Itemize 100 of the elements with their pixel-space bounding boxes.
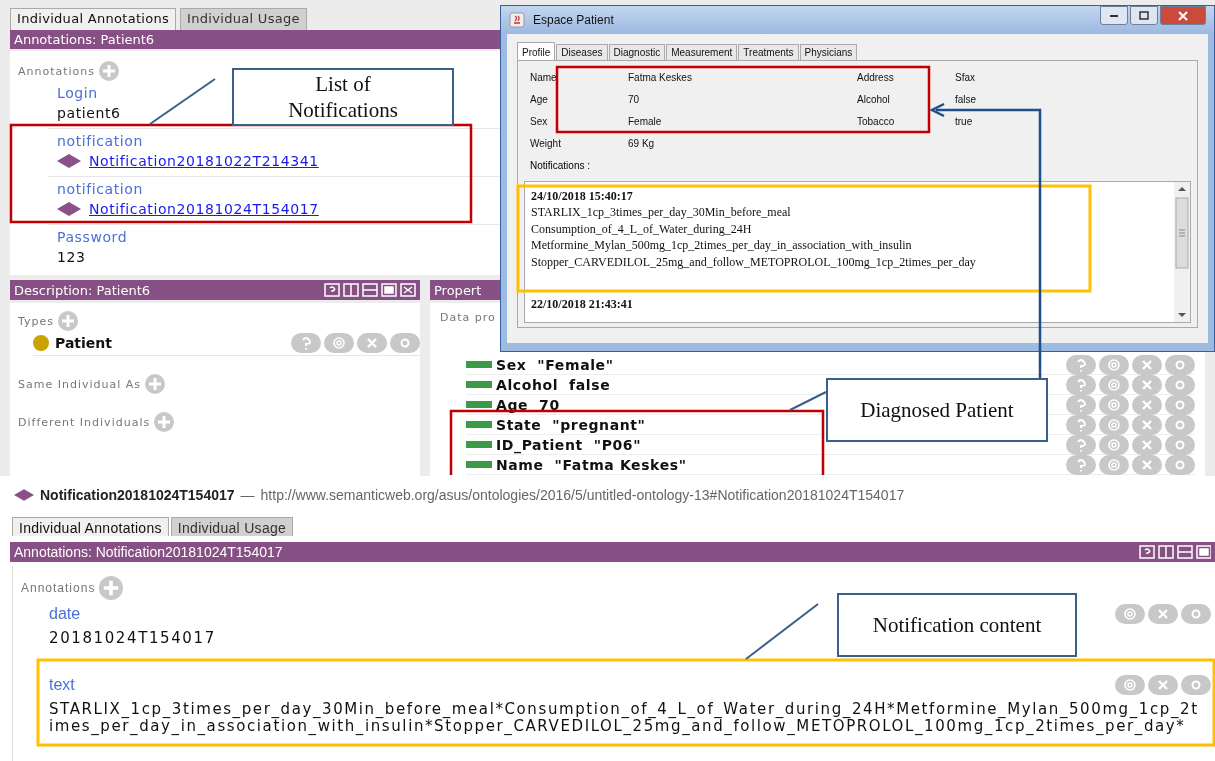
close-icon — [1178, 10, 1188, 21]
annotation-property[interactable]: notification — [57, 180, 143, 199]
add-icon[interactable] — [99, 576, 124, 600]
annotate-icon[interactable] — [1115, 604, 1145, 624]
annotate-icon[interactable] — [1099, 434, 1129, 455]
section-label: Same Individual As — [18, 377, 142, 391]
field-label: Age — [530, 93, 548, 107]
field-value: false — [955, 93, 977, 107]
delete-icon[interactable] — [1148, 604, 1178, 624]
help-icon[interactable] — [1066, 374, 1096, 395]
property-assertion[interactable]: Sex "Female" — [496, 356, 614, 373]
add-icon[interactable] — [99, 61, 120, 81]
delete-icon[interactable] — [1132, 434, 1162, 455]
annotate-icon[interactable] — [1099, 374, 1129, 395]
delete-icon[interactable] — [1132, 354, 1162, 375]
scrollbar-drawing[interactable] — [1174, 182, 1190, 322]
individual-link[interactable]: Notification20181024T154017 — [89, 199, 319, 219]
add-icon[interactable] — [58, 311, 78, 331]
tab[interactable]: Diagnostic — [608, 44, 666, 60]
help-icon[interactable] — [1066, 434, 1096, 455]
tab[interactable]: Physicians — [799, 44, 858, 60]
annotate-icon[interactable] — [1099, 414, 1129, 435]
edit-icon[interactable] — [1165, 354, 1195, 375]
help-icon[interactable] — [1066, 394, 1096, 415]
notification-date: 24/10/2018 15:40:17 — [531, 188, 634, 204]
individual-link[interactable]: Notification20181022T214341 — [89, 151, 319, 171]
annotation-property[interactable]: Password — [57, 228, 128, 247]
annotate-icon[interactable] — [1099, 454, 1129, 475]
panel-tab[interactable]: Individual Annotations — [12, 517, 169, 536]
field-label: Name — [530, 71, 557, 85]
annotation-property[interactable]: date — [49, 605, 81, 623]
minimize-icon — [1110, 14, 1118, 17]
annotate-icon[interactable] — [1115, 675, 1145, 695]
panel-header: Description: Patient6 — [14, 282, 151, 298]
field-value: Sfax — [955, 71, 975, 85]
data-property-icon — [466, 361, 492, 368]
annotation-value: patient6 — [57, 104, 121, 123]
entity-name: Notification20181024T154017 — [40, 487, 235, 503]
delete-icon[interactable] — [1132, 394, 1162, 415]
help-icon[interactable] — [1066, 414, 1096, 435]
annotation-property[interactable]: Login — [57, 84, 98, 103]
panel-tab[interactable]: Individual Usage — [180, 8, 307, 30]
callout-box: Diagnosed Patient — [826, 378, 1048, 442]
callout-box: Notification content — [837, 593, 1077, 657]
help-icon[interactable] — [1066, 454, 1096, 475]
type-name[interactable]: Patient — [55, 335, 112, 351]
field-value: true — [955, 115, 973, 129]
maximize-icon — [1139, 10, 1149, 21]
help-icon[interactable] — [1066, 354, 1096, 375]
delete-icon[interactable] — [1132, 454, 1162, 475]
edit-icon[interactable] — [390, 333, 420, 353]
tab[interactable]: Profile — [517, 42, 556, 60]
annotate-icon[interactable] — [1099, 354, 1129, 375]
tab[interactable]: Treatments — [738, 44, 799, 60]
add-icon[interactable] — [145, 374, 166, 394]
maximize-button[interactable] — [1130, 6, 1158, 25]
property-assertion[interactable]: Name "Fatma Keskes" — [496, 456, 687, 473]
field-value: 69 Kg — [628, 137, 655, 151]
close-button[interactable] — [1160, 6, 1206, 25]
annotation-property[interactable]: notification — [57, 132, 143, 151]
notifications-label: Notifications : — [530, 160, 591, 171]
delete-icon[interactable] — [1148, 675, 1178, 695]
property-assertion[interactable]: State "pregnant" — [496, 416, 646, 433]
panel-tab[interactable]: Individual Annotations — [10, 8, 177, 30]
notification-date: 22/10/2018 21:43:41 — [531, 296, 634, 312]
delete-icon[interactable] — [1132, 414, 1162, 435]
annotate-icon[interactable] — [1099, 394, 1129, 415]
individual-icon — [14, 489, 34, 501]
notification-line: Consumption_of_4_L_of_Water_during_24H — [531, 220, 753, 237]
annotate-icon[interactable] — [324, 333, 354, 353]
help-icon[interactable] — [291, 333, 321, 353]
annotation-property[interactable]: text — [49, 676, 75, 694]
notification-line: Metformine_Mylan_500mg_1cp_2times_per_day_in_association_with_insulin — [531, 237, 913, 254]
annotation-value: 20181024T154017 — [49, 630, 216, 647]
view-controls-icon[interactable] — [1139, 545, 1211, 559]
property-assertion[interactable]: ID_Patient "P06" — [496, 436, 642, 453]
annotation-value: 123 — [57, 248, 86, 267]
data-property-icon — [466, 401, 492, 408]
leader-line — [789, 391, 827, 411]
tab[interactable]: Measurement — [666, 44, 738, 60]
view-controls-icon[interactable] — [324, 283, 416, 297]
individual-icon — [57, 202, 81, 216]
edit-icon[interactable] — [1165, 454, 1195, 475]
edit-icon[interactable] — [1181, 675, 1211, 695]
panel-tab[interactable]: Individual Usage — [170, 517, 294, 536]
edit-icon[interactable] — [1181, 604, 1211, 624]
edit-icon[interactable] — [1165, 414, 1195, 435]
edit-icon[interactable] — [1165, 374, 1195, 395]
edit-icon[interactable] — [1165, 394, 1195, 415]
tab[interactable]: Diseases — [556, 44, 608, 60]
edit-icon[interactable] — [1165, 434, 1195, 455]
section-label: Annotations — [18, 64, 96, 78]
property-assertion[interactable]: Alcohol false — [496, 376, 611, 393]
app-icon — [509, 12, 525, 28]
minimize-button[interactable] — [1100, 6, 1128, 25]
delete-icon[interactable] — [1132, 374, 1162, 395]
section-label: Data pro — [440, 311, 496, 324]
add-icon[interactable] — [154, 412, 175, 432]
field-value: 70 — [628, 93, 640, 107]
delete-icon[interactable] — [357, 333, 387, 353]
